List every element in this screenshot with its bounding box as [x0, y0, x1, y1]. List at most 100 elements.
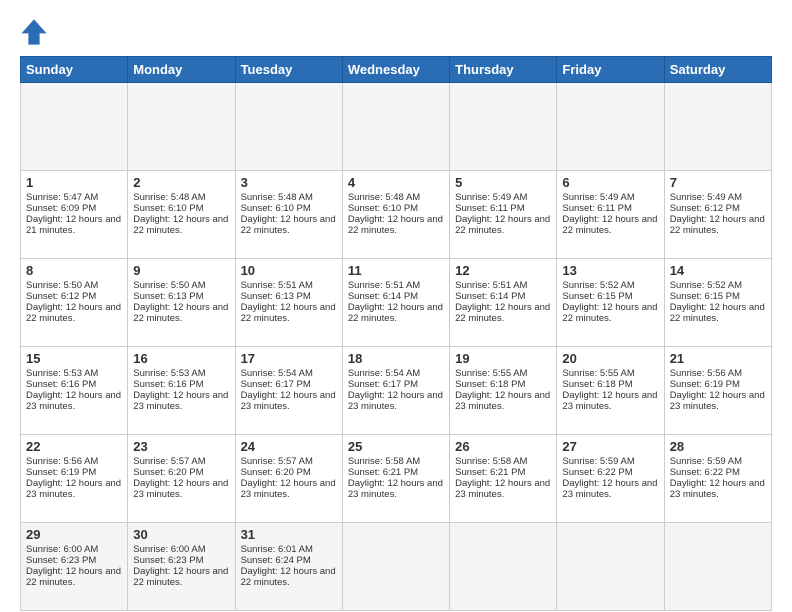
day-number: 22	[26, 439, 122, 454]
sunrise: Sunrise: 5:52 AM	[562, 280, 634, 291]
sunset: Sunset: 6:19 PM	[26, 467, 96, 478]
day-number: 8	[26, 263, 122, 278]
daylight: Daylight: 12 hours and 23 minutes.	[670, 390, 765, 412]
daylight: Daylight: 12 hours and 23 minutes.	[26, 478, 121, 500]
calendar-cell: 27 Sunrise: 5:59 AM Sunset: 6:22 PM Dayl…	[557, 435, 664, 523]
sunset: Sunset: 6:11 PM	[562, 203, 632, 214]
calendar-cell: 30 Sunrise: 6:00 AM Sunset: 6:23 PM Dayl…	[128, 523, 235, 611]
calendar-cell: 18 Sunrise: 5:54 AM Sunset: 6:17 PM Dayl…	[342, 347, 449, 435]
calendar-cell	[450, 83, 557, 171]
calendar-cell	[235, 83, 342, 171]
sunset: Sunset: 6:09 PM	[26, 203, 96, 214]
sunset: Sunset: 6:18 PM	[455, 379, 525, 390]
day-number: 9	[133, 263, 229, 278]
sunset: Sunset: 6:11 PM	[455, 203, 525, 214]
sunset: Sunset: 6:23 PM	[133, 555, 203, 566]
calendar-cell	[21, 83, 128, 171]
sunset: Sunset: 6:13 PM	[241, 291, 311, 302]
sunset: Sunset: 6:24 PM	[241, 555, 311, 566]
sunset: Sunset: 6:14 PM	[455, 291, 525, 302]
day-number: 15	[26, 351, 122, 366]
sunrise: Sunrise: 5:59 AM	[562, 456, 634, 467]
daylight: Daylight: 12 hours and 23 minutes.	[562, 478, 657, 500]
calendar-cell	[342, 83, 449, 171]
calendar-cell: 22 Sunrise: 5:56 AM Sunset: 6:19 PM Dayl…	[21, 435, 128, 523]
calendar-cell: 10 Sunrise: 5:51 AM Sunset: 6:13 PM Dayl…	[235, 259, 342, 347]
calendar-cell: 4 Sunrise: 5:48 AM Sunset: 6:10 PM Dayli…	[342, 171, 449, 259]
day-number: 25	[348, 439, 444, 454]
daylight: Daylight: 12 hours and 23 minutes.	[133, 390, 228, 412]
calendar-cell: 31 Sunrise: 6:01 AM Sunset: 6:24 PM Dayl…	[235, 523, 342, 611]
sunrise: Sunrise: 5:55 AM	[562, 368, 634, 379]
sunrise: Sunrise: 5:48 AM	[348, 192, 420, 203]
calendar-cell: 25 Sunrise: 5:58 AM Sunset: 6:21 PM Dayl…	[342, 435, 449, 523]
sunrise: Sunrise: 5:50 AM	[26, 280, 98, 291]
calendar-week-row: 22 Sunrise: 5:56 AM Sunset: 6:19 PM Dayl…	[21, 435, 772, 523]
sunset: Sunset: 6:20 PM	[241, 467, 311, 478]
calendar-table: Sunday Monday Tuesday Wednesday Thursday…	[20, 56, 772, 611]
sunset: Sunset: 6:12 PM	[26, 291, 96, 302]
calendar-cell: 15 Sunrise: 5:53 AM Sunset: 6:16 PM Dayl…	[21, 347, 128, 435]
logo	[20, 18, 52, 46]
sunrise: Sunrise: 5:58 AM	[348, 456, 420, 467]
calendar-cell: 24 Sunrise: 5:57 AM Sunset: 6:20 PM Dayl…	[235, 435, 342, 523]
sunrise: Sunrise: 5:58 AM	[455, 456, 527, 467]
sunrise: Sunrise: 5:59 AM	[670, 456, 742, 467]
calendar-week-row: 29 Sunrise: 6:00 AM Sunset: 6:23 PM Dayl…	[21, 523, 772, 611]
day-number: 14	[670, 263, 766, 278]
calendar-cell: 14 Sunrise: 5:52 AM Sunset: 6:15 PM Dayl…	[664, 259, 771, 347]
sunset: Sunset: 6:16 PM	[133, 379, 203, 390]
sunrise: Sunrise: 5:51 AM	[455, 280, 527, 291]
sunset: Sunset: 6:17 PM	[348, 379, 418, 390]
calendar-cell: 29 Sunrise: 6:00 AM Sunset: 6:23 PM Dayl…	[21, 523, 128, 611]
calendar-cell: 21 Sunrise: 5:56 AM Sunset: 6:19 PM Dayl…	[664, 347, 771, 435]
day-number: 7	[670, 175, 766, 190]
sunrise: Sunrise: 5:51 AM	[348, 280, 420, 291]
daylight: Daylight: 12 hours and 22 minutes.	[562, 302, 657, 324]
calendar-week-row	[21, 83, 772, 171]
sunset: Sunset: 6:10 PM	[348, 203, 418, 214]
calendar-cell	[664, 83, 771, 171]
col-sunday: Sunday	[21, 57, 128, 83]
calendar-cell: 11 Sunrise: 5:51 AM Sunset: 6:14 PM Dayl…	[342, 259, 449, 347]
sunset: Sunset: 6:22 PM	[670, 467, 740, 478]
daylight: Daylight: 12 hours and 22 minutes.	[455, 214, 550, 236]
daylight: Daylight: 12 hours and 23 minutes.	[348, 478, 443, 500]
daylight: Daylight: 12 hours and 22 minutes.	[670, 302, 765, 324]
calendar-week-row: 15 Sunrise: 5:53 AM Sunset: 6:16 PM Dayl…	[21, 347, 772, 435]
sunset: Sunset: 6:14 PM	[348, 291, 418, 302]
daylight: Daylight: 12 hours and 22 minutes.	[348, 214, 443, 236]
calendar-cell: 6 Sunrise: 5:49 AM Sunset: 6:11 PM Dayli…	[557, 171, 664, 259]
calendar-cell: 26 Sunrise: 5:58 AM Sunset: 6:21 PM Dayl…	[450, 435, 557, 523]
daylight: Daylight: 12 hours and 22 minutes.	[26, 566, 121, 588]
daylight: Daylight: 12 hours and 22 minutes.	[670, 214, 765, 236]
calendar-cell: 16 Sunrise: 5:53 AM Sunset: 6:16 PM Dayl…	[128, 347, 235, 435]
daylight: Daylight: 12 hours and 22 minutes.	[562, 214, 657, 236]
sunrise: Sunrise: 5:48 AM	[133, 192, 205, 203]
col-saturday: Saturday	[664, 57, 771, 83]
day-number: 31	[241, 527, 337, 542]
daylight: Daylight: 12 hours and 23 minutes.	[348, 390, 443, 412]
daylight: Daylight: 12 hours and 23 minutes.	[133, 478, 228, 500]
day-number: 3	[241, 175, 337, 190]
sunrise: Sunrise: 6:00 AM	[133, 544, 205, 555]
day-number: 26	[455, 439, 551, 454]
col-friday: Friday	[557, 57, 664, 83]
day-number: 18	[348, 351, 444, 366]
calendar-cell: 3 Sunrise: 5:48 AM Sunset: 6:10 PM Dayli…	[235, 171, 342, 259]
sunset: Sunset: 6:13 PM	[133, 291, 203, 302]
calendar-cell	[557, 83, 664, 171]
day-number: 21	[670, 351, 766, 366]
calendar-cell: 23 Sunrise: 5:57 AM Sunset: 6:20 PM Dayl…	[128, 435, 235, 523]
daylight: Daylight: 12 hours and 22 minutes.	[241, 566, 336, 588]
col-wednesday: Wednesday	[342, 57, 449, 83]
sunset: Sunset: 6:20 PM	[133, 467, 203, 478]
sunrise: Sunrise: 5:57 AM	[241, 456, 313, 467]
calendar-cell	[128, 83, 235, 171]
calendar-cell: 12 Sunrise: 5:51 AM Sunset: 6:14 PM Dayl…	[450, 259, 557, 347]
day-number: 23	[133, 439, 229, 454]
day-number: 30	[133, 527, 229, 542]
sunrise: Sunrise: 5:56 AM	[26, 456, 98, 467]
daylight: Daylight: 12 hours and 22 minutes.	[348, 302, 443, 324]
sunrise: Sunrise: 5:49 AM	[562, 192, 634, 203]
